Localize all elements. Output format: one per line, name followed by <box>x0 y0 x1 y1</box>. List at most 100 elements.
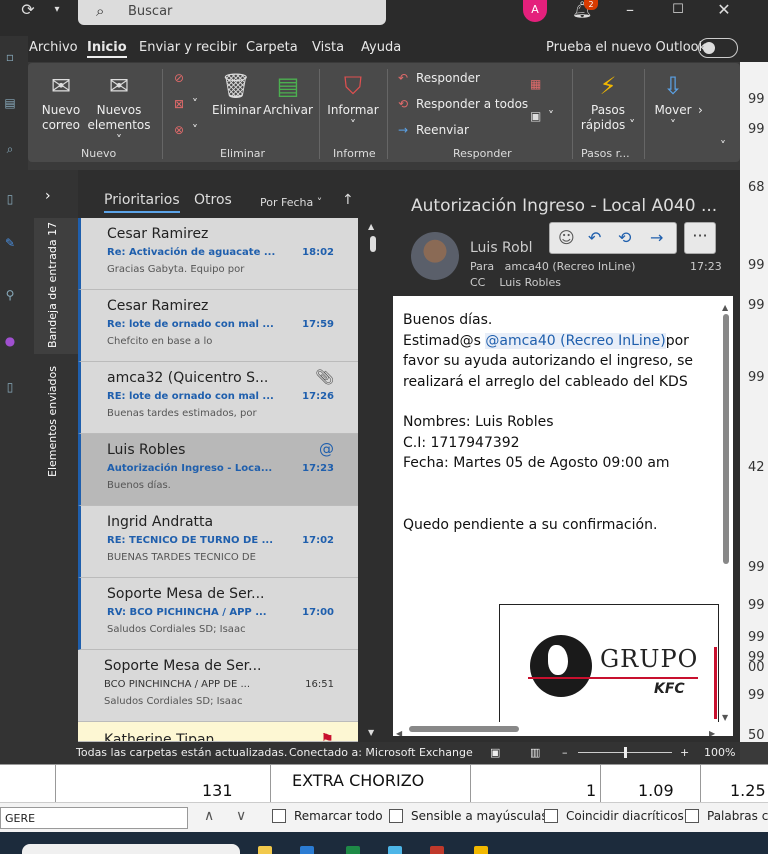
reply-all-icon: ⟲ <box>398 97 409 111</box>
new-items-button[interactable]: ✉ Nuevos elementos ˅ <box>86 71 152 148</box>
more-respond-button[interactable]: ▣ ˅ <box>530 109 554 123</box>
reply-all-button[interactable]: ⟲ Responder a todos <box>398 97 528 111</box>
ignore-icon: ⊘ <box>174 71 185 85</box>
message-list-scrollbar[interactable]: ▲ ▼ <box>364 218 382 742</box>
ribbon-scroll-right-icon[interactable]: › <box>698 103 703 117</box>
scroll-up-icon[interactable]: ▲ <box>368 222 374 231</box>
menu-enviar-recibir[interactable]: Enviar y recibir <box>139 40 237 55</box>
new-outlook-toggle[interactable] <box>698 38 738 58</box>
strip-icon: ✎ <box>4 236 16 250</box>
scroll-right-icon[interactable]: ▶ <box>709 724 715 736</box>
strip-icon: ▯ <box>6 192 14 206</box>
list-item[interactable]: amca32 (Quicentro S... 📎︎ RE: lote de or… <box>78 362 358 434</box>
reply-icon[interactable]: ↶ <box>588 228 601 247</box>
delete-button[interactable]: 🗑︎ Eliminar <box>212 71 261 118</box>
search-box[interactable]: ⌕ Buscar <box>78 0 386 25</box>
menu-bar: Archivo Inicio Enviar y recibir Carpeta … <box>0 36 768 62</box>
message-actions: ☺ ↶ ⟲ → <box>549 222 677 254</box>
strip-icon: ⌕ <box>6 142 14 156</box>
find-input[interactable] <box>0 807 188 829</box>
mention-link[interactable]: @amca40 (Recreo InLine) <box>485 332 666 349</box>
find-previous-icon[interactable]: ∧ <box>204 808 214 824</box>
ribbon-expand-icon[interactable]: ˅ <box>720 139 726 153</box>
menu-ayuda[interactable]: Ayuda <box>361 40 401 55</box>
list-item[interactable]: Soporte Mesa de Ser... BCO PINCHINCHA / … <box>78 650 358 722</box>
sync-icon[interactable]: ⟳ <box>18 0 38 22</box>
scroll-thumb[interactable] <box>723 314 729 564</box>
zoom-in-icon[interactable]: + <box>680 746 689 759</box>
to-row: Para amca40 (Recreo InLine) <box>470 260 636 273</box>
reply-all-icon[interactable]: ⟲ <box>618 228 631 247</box>
list-item[interactable]: Katherine Tipan ⚑ <box>78 722 358 742</box>
new-mail-button[interactable]: ✉ Nuevo correo <box>36 71 86 133</box>
ignore-button[interactable]: ⊘ <box>174 71 192 85</box>
tab-otros[interactable]: Otros <box>194 192 232 208</box>
more-actions-button[interactable]: ··· <box>684 222 716 254</box>
scroll-down-icon[interactable]: ▼ <box>368 728 374 737</box>
move-button[interactable]: ⇩ Mover ˅ <box>648 71 698 133</box>
scroll-thumb[interactable] <box>370 236 376 252</box>
normal-view-icon[interactable]: ▣ <box>490 746 500 759</box>
taskbar-outlook-icon[interactable] <box>300 846 314 854</box>
match-diacritics-checkbox[interactable]: Coincidir diacríticos <box>544 809 684 823</box>
sort-direction-icon[interactable]: ↑ <box>342 192 354 208</box>
taskbar-edge-icon[interactable] <box>388 846 402 854</box>
taskbar <box>0 832 768 854</box>
group-informe-label: Informe <box>333 147 376 160</box>
list-item[interactable]: Ingrid Andratta RE: TECNICO DE TURNO DE … <box>78 506 358 578</box>
taskbar-folder-icon[interactable] <box>474 846 488 854</box>
junk-button[interactable]: ⊗ ˅ <box>174 123 198 137</box>
account-avatar[interactable]: A <box>523 0 547 22</box>
tab-prioritarios[interactable]: Prioritarios <box>104 192 180 213</box>
taskbar-app-icon[interactable] <box>258 846 272 854</box>
message-time: 17:23 <box>690 260 722 273</box>
taskbar-excel-icon[interactable] <box>346 846 360 854</box>
zoom-out-icon[interactable]: – <box>562 746 568 759</box>
body-horizontal-scrollbar[interactable]: ◀ ▶ <box>393 722 733 736</box>
forward-button[interactable]: → Reenviar <box>398 123 469 137</box>
cleanup-button[interactable]: ⊠ ˅ <box>174 97 198 111</box>
reply-button[interactable]: ↶ Responder <box>398 71 480 85</box>
background-spreadsheet-row: 131 EXTRA CHORIZO 1 1.09 1.25 <box>0 764 768 803</box>
quick-access-dropdown-icon[interactable]: ▾ <box>50 0 64 22</box>
menu-vista[interactable]: Vista <box>312 40 344 55</box>
notification-badge: 2 <box>584 0 598 10</box>
sort-by-date[interactable]: Por Fecha ˅ <box>260 196 322 209</box>
scroll-left-icon[interactable]: ◀ <box>396 724 402 736</box>
close-icon[interactable]: ✕ <box>714 0 734 22</box>
zoom-level[interactable]: 100% <box>704 746 735 759</box>
zoom-slider-knob[interactable] <box>624 747 627 758</box>
sender-name[interactable]: Luis Robl <box>470 240 533 256</box>
connection-status: Conectado a: Microsoft Exchange <box>289 746 473 759</box>
folder-sent[interactable]: Elementos enviados <box>46 366 59 477</box>
find-next-icon[interactable]: ∨ <box>236 808 246 824</box>
taskbar-search[interactable] <box>22 844 240 854</box>
archive-icon: ▤ <box>276 72 300 100</box>
list-item[interactable]: Cesar Ramirez Re: Activación de aguacate… <box>78 218 358 290</box>
reading-view-icon[interactable]: ▥ <box>530 746 540 759</box>
body-vertical-scrollbar[interactable]: ▲ ▼ <box>719 296 733 722</box>
menu-inicio[interactable]: Inicio <box>87 40 127 58</box>
quick-steps-button[interactable]: ⚡︎ Pasos rápidos ˅ <box>580 71 636 133</box>
list-item[interactable]: Soporte Mesa de Ser... RV: BCO PICHINCHA… <box>78 578 358 650</box>
highlight-all-checkbox[interactable]: Remarcar todo <box>272 809 383 823</box>
taskbar-app-icon[interactable] <box>430 846 444 854</box>
forward-icon[interactable]: → <box>650 228 663 247</box>
emoji-react-icon[interactable]: ☺ <box>558 228 575 247</box>
scroll-thumb[interactable] <box>409 726 519 732</box>
meeting-button[interactable]: ▦ <box>530 77 548 91</box>
list-item[interactable]: Cesar Ramirez Re: lote de ornado con mal… <box>78 290 358 362</box>
strip-icon: ● <box>4 334 16 348</box>
whole-words-checkbox[interactable]: Palabras c <box>685 809 768 823</box>
menu-carpeta[interactable]: Carpeta <box>246 40 298 55</box>
match-case-checkbox[interactable]: Sensible a mayúsculas <box>389 809 548 823</box>
expand-folder-pane-icon[interactable]: › <box>45 188 51 204</box>
list-item[interactable]: Luis Robles @ Autorización Ingreso - Loc… <box>78 434 358 506</box>
report-button[interactable]: ⛉ Informar ˅ <box>325 71 381 133</box>
archive-button[interactable]: ▤ Archivar <box>263 71 313 118</box>
menu-archivo[interactable]: Archivo <box>29 40 78 55</box>
folder-inbox[interactable]: Bandeja de entrada 17 <box>46 222 59 348</box>
search-icon: ⌕ <box>96 2 105 20</box>
maximize-icon[interactable]: ☐ <box>668 0 688 22</box>
minimize-icon[interactable]: – <box>620 0 640 22</box>
